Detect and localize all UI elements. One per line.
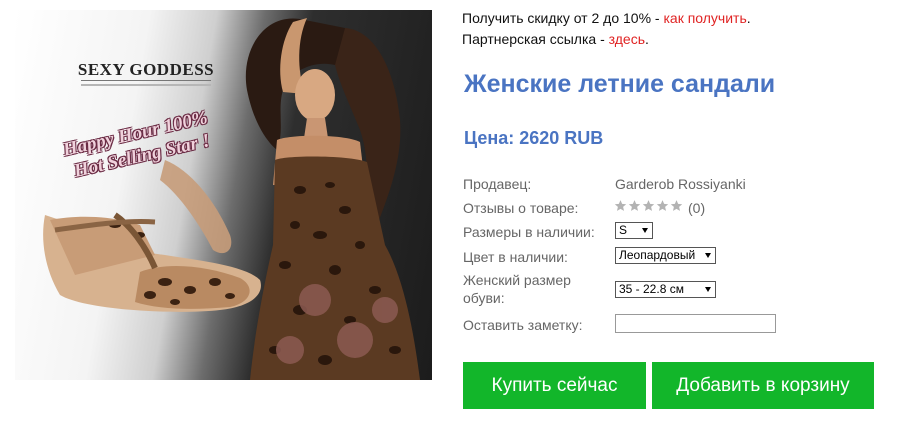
partner-suffix: . <box>645 31 649 47</box>
discount-suffix: . <box>746 10 751 26</box>
product-price: Цена: 2620 RUB <box>464 128 604 148</box>
seller-label: Продавец: <box>463 176 532 192</box>
reviews-label: Отзывы о товаре: <box>463 200 579 216</box>
buy-now-button[interactable]: Купить сейчас <box>463 362 646 409</box>
brand-logo: SEXY GODDESS <box>77 60 215 79</box>
note-label: Оставить заметку: <box>463 317 583 333</box>
size-select-value: S <box>619 223 628 237</box>
color-label: Цвет в наличии: <box>463 249 568 265</box>
note-input[interactable] <box>615 314 776 333</box>
brand-tagline-decoration <box>81 80 211 94</box>
sizes-label: Размеры в наличии: <box>463 224 595 240</box>
color-select-value: Леопардовый <box>619 248 696 262</box>
shoe-size-select[interactable]: 35 - 22.8 см <box>615 281 716 298</box>
star-icon <box>642 200 655 211</box>
size-select[interactable]: S <box>615 222 653 239</box>
star-icon <box>614 200 627 211</box>
partner-link[interactable]: здесь <box>609 31 645 47</box>
dropdown-arrow-icon <box>705 253 711 258</box>
color-select[interactable]: Леопардовый <box>615 247 716 264</box>
dropdown-arrow-icon <box>705 287 711 292</box>
discount-promo: Получить скидку от 2 до 10% - как получи… <box>462 10 751 26</box>
seller-name[interactable]: Garderob Rossiyanki <box>615 176 746 192</box>
add-to-cart-button[interactable]: Добавить в корзину <box>652 362 874 409</box>
product-image[interactable]: SEXY GODDESS Happy Hour 100% Hot Selling… <box>15 10 432 380</box>
reviews-count[interactable]: (0) <box>688 200 705 216</box>
shoe-size-select-value: 35 - 22.8 см <box>619 282 684 296</box>
rating-stars <box>614 199 683 212</box>
partner-text: Партнерская ссылка - <box>462 31 609 47</box>
shoe-size-label-line-2: обуви: <box>463 290 505 306</box>
product-title: Женские летние сандали <box>464 70 776 98</box>
shoe-size-label-line-1: Женский размер <box>463 272 571 288</box>
star-icon <box>670 200 683 211</box>
discount-info-link[interactable]: как получить <box>663 10 746 26</box>
shoe-size-label: Женский размер обуви: <box>463 272 571 306</box>
star-icon <box>628 200 641 211</box>
star-icon <box>656 200 669 211</box>
partner-promo: Партнерская ссылка - здесь. <box>462 31 649 47</box>
dropdown-arrow-icon <box>642 228 648 233</box>
discount-text: Получить скидку от 2 до 10% - <box>462 10 664 26</box>
